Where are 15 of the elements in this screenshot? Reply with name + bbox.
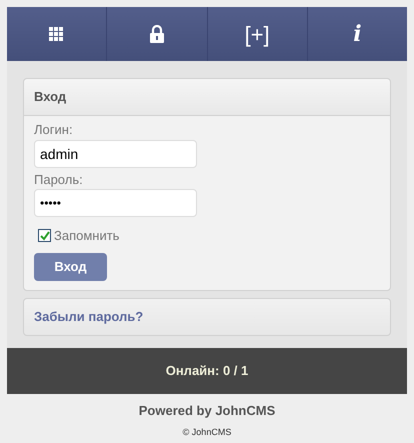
forgot-password-link[interactable]: Забыли пароль? — [34, 306, 144, 326]
password-field[interactable]: ••••• — [34, 189, 197, 217]
field-label: Логин: — [34, 121, 74, 139]
copyright-text: © JohnCMS — [182, 426, 232, 439]
online-count: Онлайн: 0 / 1 — [166, 362, 248, 380]
field-label: Пароль: — [34, 170, 84, 189]
login-field[interactable]: admin — [34, 140, 197, 168]
login-button[interactable]: Вход — [34, 252, 107, 280]
powered-by-text: Powered by JohnCMS — [138, 402, 276, 420]
lock-icon — [148, 25, 165, 43]
card-title: Вход — [34, 88, 66, 106]
remember-checkbox[interactable] — [38, 229, 51, 242]
checkmark-icon — [40, 230, 50, 241]
checkbox-label: Запомнить — [54, 227, 120, 245]
grid-icon — [49, 26, 64, 42]
